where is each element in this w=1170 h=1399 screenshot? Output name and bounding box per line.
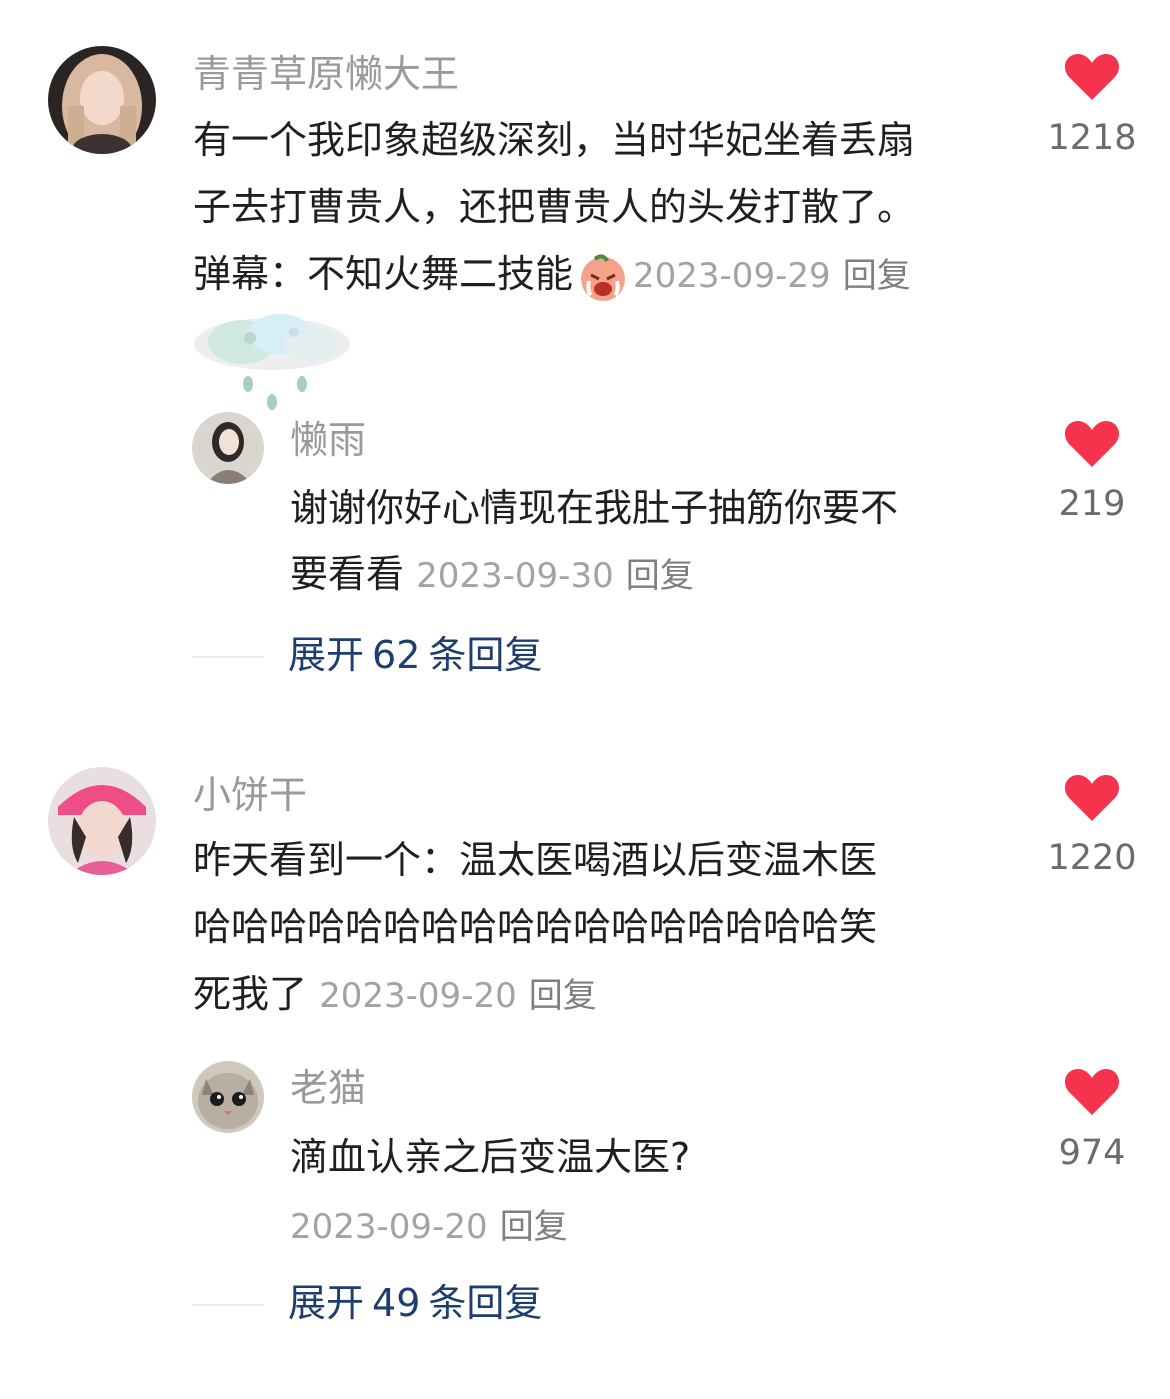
username[interactable]: 老猫 [290,1069,366,1107]
avatar[interactable] [48,46,156,154]
divider [192,1304,264,1306]
comment-text: 谢谢你好心情现在我肚子抽筋你要不 [290,486,899,530]
expand-replies-button[interactable]: 展开 49 条回复 [288,1284,550,1322]
username[interactable]: 青青草原懒大王 [193,55,459,93]
like-count: 219 [1058,484,1126,524]
comment-text: 弹幕：不知火舞二技能 [193,252,574,296]
username[interactable]: 懒雨 [290,421,366,459]
comment-text-last: 死我了 2023-09-20 回复 [193,975,597,1013]
comment-date: 2023-09-20 [290,1207,488,1247]
username[interactable]: 小饼干 [193,776,307,814]
crying-face-emoji-icon [577,251,629,303]
comment-text-last: 要看看 2023-09-30 回复 [290,555,694,593]
comment-text: 滴血认亲之后变温大医? [290,1135,691,1179]
avatar[interactable] [192,412,264,484]
reply-button[interactable]: 回复 [500,1207,568,1247]
comment-date: 2023-09-20 [319,976,517,1016]
comment-meta-line: 2023-09-20 回复 [290,1206,568,1244]
reply-button[interactable]: 回复 [843,256,911,296]
heart-icon[interactable] [1064,1067,1120,1117]
heart-icon[interactable] [1064,52,1120,102]
rain-cloud-sticker-icon [190,312,354,416]
comment-text: 昨天看到一个：温太医喝酒以后变温木医 [193,838,878,882]
comment-date: 2023-09-29 [633,256,831,296]
comment-text: 有一个我印象超级深刻，当时华妃坐着丢扇 [193,118,916,162]
heart-icon[interactable] [1064,419,1120,469]
reply-button[interactable]: 回复 [626,556,694,596]
comment-text: 死我了 [193,972,308,1016]
expand-replies-button[interactable]: 展开 62 条回复 [288,636,550,674]
comment-text: 哈哈哈哈哈哈哈哈哈哈哈哈哈哈哈哈哈笑 [193,905,878,949]
comment-text: 子去打曹贵人，还把曹贵人的头发打散了。 [193,185,916,229]
reply-button[interactable]: 回复 [529,976,597,1016]
like-count: 974 [1058,1133,1126,1173]
like-count: 1220 [1047,838,1137,878]
comment-date: 2023-09-30 [416,556,614,596]
heart-icon[interactable] [1064,773,1120,823]
avatar[interactable] [48,767,156,875]
comment-text-last: 弹幕：不知火舞二技能 2023-09-29 回复 [193,248,911,303]
avatar[interactable] [192,1061,264,1133]
divider [192,656,264,658]
like-count: 1218 [1047,118,1137,158]
comment-text: 要看看 [290,552,405,596]
